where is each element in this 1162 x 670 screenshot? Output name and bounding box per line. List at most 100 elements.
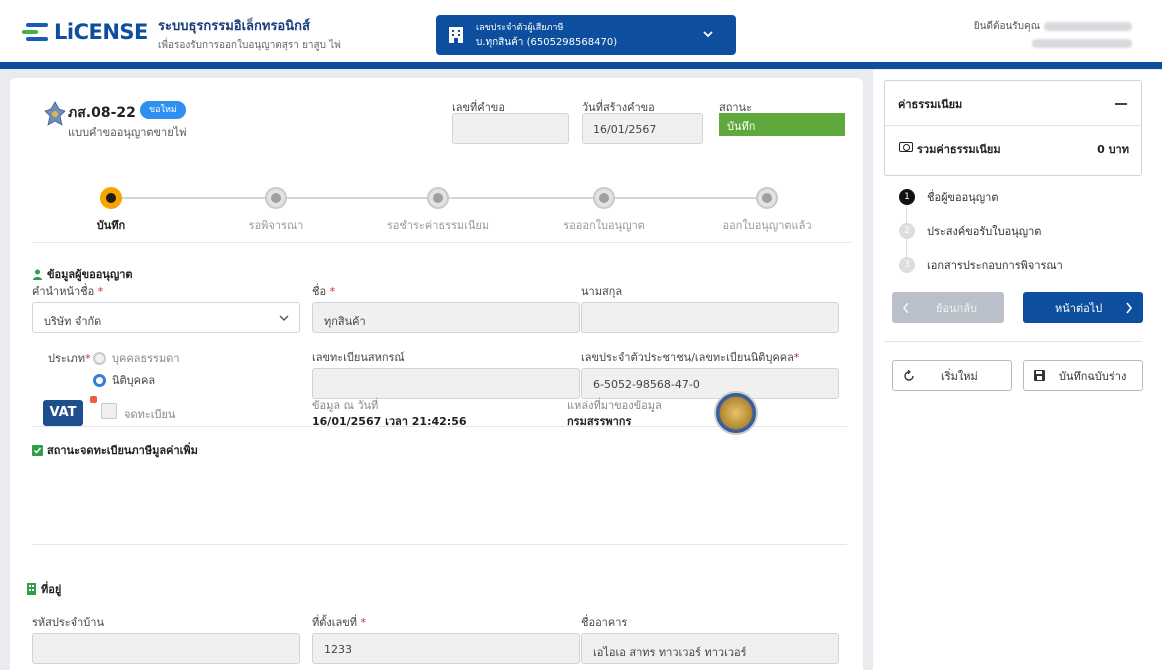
nav-step-number: 1 <box>899 189 915 205</box>
step-label-2: รอพิจารณา <box>248 219 304 232</box>
building-icon <box>27 583 36 595</box>
vat-source-value: กรมสรรพากร <box>567 415 632 428</box>
house-code-field[interactable] <box>32 633 300 664</box>
next-label: หน้าต่อไป <box>1055 301 1103 315</box>
nav-step-3[interactable]: 3 เอกสารประกอบการพิจารณา <box>899 256 1063 274</box>
id-field[interactable]: 6-5052-98568-47-0 <box>581 368 839 399</box>
step-label-5: ออกใบอนุญาตแล้ว <box>722 219 812 232</box>
nav-step-label: ชื่อผู้ขออนุญาต <box>927 191 999 204</box>
taxpayer-label: เลขประจำตัวผู้เสียภาษี <box>476 23 564 33</box>
type-option-juristic-label: นิติบุคคล <box>112 374 156 387</box>
coop-field[interactable] <box>312 368 580 399</box>
main-form-card: ภส.08-22 ขอใหม่ แบบคำขออนุญาตขายไพ่ เลขท… <box>10 78 863 670</box>
request-no-field <box>452 113 569 144</box>
revenue-department-seal-icon <box>714 391 758 435</box>
excise-emblem-icon <box>44 101 66 126</box>
type-radio-individual[interactable]: บุคคลธรรมดา <box>93 349 180 367</box>
fee-title: ค่าธรรมเนียม <box>898 98 963 111</box>
step-dot-1 <box>100 187 122 209</box>
building-field[interactable]: เอไอเอ สาทร ทาวเวอร์ ทาวเวอร์ <box>581 633 839 664</box>
coop-label: เลขทะเบียนสหกรณ์ <box>312 351 405 364</box>
address-section-title: ที่อยู่ <box>26 580 61 598</box>
surname-field[interactable] <box>581 302 839 333</box>
status-badge: บันทึก <box>719 113 845 136</box>
fee-card: ค่าธรรมเนียม รวมค่าธรรมเนียม 0 บาท <box>884 80 1142 176</box>
back-button[interactable]: ย้อนกลับ <box>892 292 1004 323</box>
side-panel: ค่าธรรมเนียม รวมค่าธรรมเนียม 0 บาท 1 ชื่… <box>873 70 1162 670</box>
nav-step-1[interactable]: 1 ชื่อผู้ขออนุญาต <box>899 188 998 206</box>
chevron-down-icon <box>279 315 289 321</box>
house-no-field[interactable]: 1233 <box>312 633 580 664</box>
nav-step-number: 3 <box>899 257 915 273</box>
chevron-down-icon <box>703 31 713 38</box>
checked-box-icon <box>32 444 43 456</box>
chevron-left-icon <box>902 302 909 313</box>
step-dot-5 <box>756 187 778 209</box>
vat-registered-label: จดทะเบียน <box>124 408 176 421</box>
vat-as-of-value: 16/01/2567 เวลา 21:42:56 <box>312 415 467 428</box>
back-label: ย้อนกลับ <box>936 301 977 315</box>
vat-section-label: สถานะจดทะเบียนภาษีมูลค่าเพิ่ม <box>47 444 198 457</box>
step-label-1: บันทึก <box>96 219 126 232</box>
logo-text: LiCENSE <box>54 20 148 44</box>
vat-logo: VAT <box>43 400 83 426</box>
reset-button[interactable]: เริ่มใหม่ <box>892 360 1012 391</box>
divider <box>884 341 1142 342</box>
form-description: แบบคำขออนุญาตขายไพ่ <box>68 126 187 139</box>
fee-sum-value: 0 บาท <box>1097 143 1129 156</box>
radio-ring <box>93 351 106 365</box>
house-code-label: รหัสประจำบ้าน <box>32 616 104 629</box>
divider <box>32 242 851 243</box>
nav-step-number: 2 <box>899 223 915 239</box>
type-option-individual-label: บุคคลธรรมดา <box>112 352 180 365</box>
nav-step-label: ประสงค์ขอรับใบอนุญาต <box>927 225 1042 238</box>
chevron-right-icon <box>1126 302 1133 313</box>
taxpayer-selector[interactable]: เลขประจำตัวผู้เสียภาษี บ.ทุกสินค้า (6505… <box>436 15 736 55</box>
nav-step-2[interactable]: 2 ประสงค์ขอรับใบอนุญาต <box>899 222 1041 240</box>
address-section-label: ที่อยู่ <box>41 583 62 596</box>
user-name-redacted <box>1044 21 1132 31</box>
money-icon <box>899 142 913 152</box>
user-welcome[interactable]: ยินดีต้อนรับคุณ <box>974 19 1132 51</box>
save-draft-button[interactable]: บันทึกฉบับร่าง <box>1023 360 1143 391</box>
radio-ring-selected <box>93 373 106 387</box>
system-title: ระบบธุรกรรมอิเล็กทรอนิกส์ <box>158 19 310 34</box>
id-label: เลขประจำตัวประชาชน/เลขทะเบียนนิติบุคคล* <box>581 351 800 364</box>
taxpayer-value: บ.ทุกสินค้า (6505298568470) <box>476 37 618 48</box>
applicant-section-title: ข้อมูลผู้ขออนุญาต <box>32 265 133 283</box>
house-no-label: ที่ตั้งเลขที่ * <box>312 616 367 629</box>
license-logo[interactable]: LiCENSE <box>22 20 148 44</box>
fee-sum-label: รวมค่าธรรมเนียม <box>917 143 1001 156</box>
form-code: ภส.08-22 <box>68 105 136 121</box>
prefix-select[interactable]: บริษัท จำกัด <box>32 302 300 333</box>
step-label-3: รอชำระค่าธรรมเนียม <box>386 219 490 232</box>
prefix-selected-value: บริษัท จำกัด <box>44 315 102 328</box>
welcome-label: ยินดีต้อนรับคุณ <box>973 21 1040 32</box>
next-button[interactable]: หน้าต่อไป <box>1023 292 1143 323</box>
type-radio-juristic[interactable]: นิติบุคคล <box>93 371 155 389</box>
name-field[interactable]: ทุกสินค้า <box>312 302 580 333</box>
refresh-icon <box>904 369 914 381</box>
save-draft-label: บันทึกฉบับร่าง <box>1059 369 1127 383</box>
top-header: LiCENSE ระบบธุรกรรมอิเล็กทรอนิกส์ เพื่อร… <box>0 0 1162 62</box>
surname-label: นามสกุล <box>581 285 623 298</box>
applicant-section-label: ข้อมูลผู้ขออนุญาต <box>47 268 133 281</box>
user-icon <box>33 269 42 280</box>
nav-step-label: เอกสารประกอบการพิจารณา <box>927 259 1063 272</box>
system-subtitle: เพื่อรองรับการออกใบอนุญาตสุรา ยาสูบ ไพ่ <box>158 40 341 51</box>
vat-section-title: สถานะจดทะเบียนภาษีมูลค่าเพิ่ม <box>32 441 198 459</box>
license-logo-mark-icon <box>22 21 48 43</box>
header-accent-bar <box>0 62 1162 69</box>
step-dot-2 <box>265 187 287 209</box>
step-dot-4 <box>593 187 615 209</box>
name-label: ชื่อ * <box>312 285 336 298</box>
vat-registered-checkbox[interactable] <box>101 403 117 419</box>
building-icon <box>449 27 463 43</box>
user-email-redacted <box>1032 39 1132 48</box>
created-date-field: 16/01/2567 <box>582 113 703 144</box>
collapse-minus-icon[interactable] <box>1115 103 1127 105</box>
new-request-badge: ขอใหม่ <box>140 101 186 119</box>
prefix-label: คำนำหน้าชื่อ * <box>32 285 104 298</box>
divider <box>885 125 1141 126</box>
step-label-4: รอออกใบอนุญาต <box>563 219 645 232</box>
